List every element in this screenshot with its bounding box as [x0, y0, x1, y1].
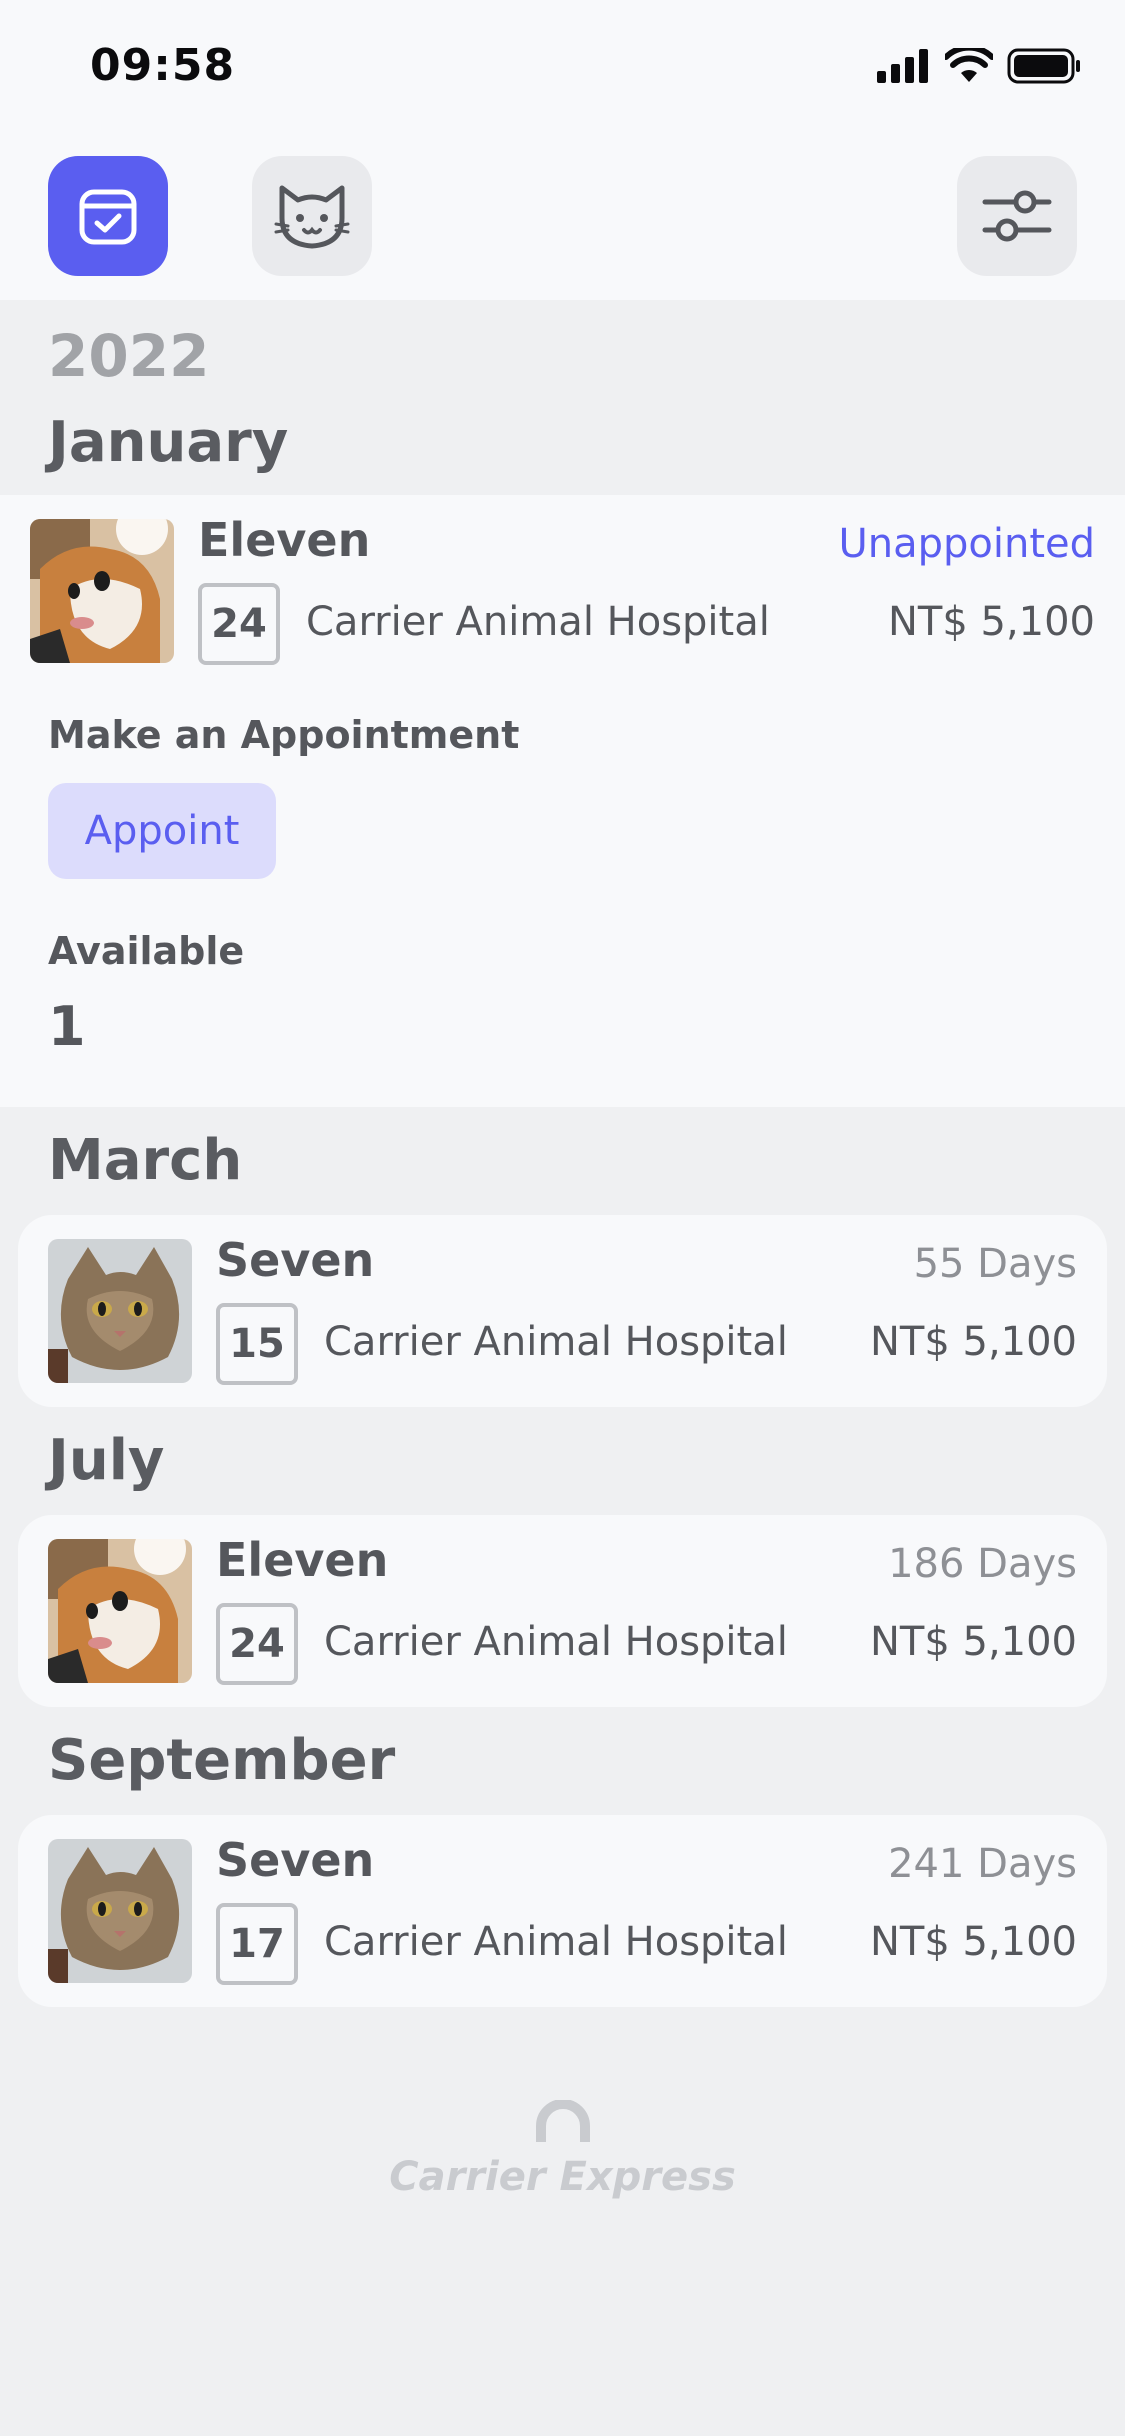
pet-name: Seven: [216, 1833, 375, 1887]
pet-name: Eleven: [216, 1533, 389, 1587]
month-header-july: July: [48, 1428, 165, 1493]
list-item[interactable]: Seven 17 Carrier Animal Hospital 241 Day…: [18, 1815, 1107, 2007]
footer-brand: Carrier Express: [389, 2154, 736, 2200]
list-item[interactable]: Seven 15 Carrier Animal Hospital 55 Days…: [18, 1215, 1107, 1407]
calendar-tab-button[interactable]: [48, 156, 168, 276]
filter-button[interactable]: [957, 156, 1077, 276]
day-badge: 24: [198, 583, 280, 665]
pet-name: Seven: [216, 1233, 375, 1287]
pet-photo-seven: [48, 1839, 192, 1983]
footer-logo: Carrier Express: [0, 2099, 1125, 2200]
pet-photo-eleven: [30, 519, 174, 663]
signal-icon: [877, 49, 928, 83]
wifi-icon: [945, 48, 993, 82]
appoint-button[interactable]: Appoint: [48, 783, 276, 879]
day-badge: 24: [216, 1603, 298, 1685]
available-label: Available: [48, 929, 245, 973]
sliders-icon: [982, 190, 1052, 242]
year-header: 2022: [48, 322, 210, 390]
days-remaining: 241 Days: [888, 1841, 1077, 1887]
expanded-entry: Eleven 24 Carrier Animal Hospital Unappo…: [0, 495, 1125, 1107]
price: NT$ 5,100: [869, 1319, 1077, 1365]
day-badge: 15: [216, 1303, 298, 1385]
calendar-check-icon: [79, 189, 137, 245]
status-time: 09:58: [90, 40, 236, 91]
battery-icon: [1007, 48, 1080, 84]
available-count: 1: [48, 995, 86, 1058]
list-item[interactable]: Eleven 24 Carrier Animal Hospital Unappo…: [0, 495, 1125, 687]
list-item[interactable]: Eleven 24 Carrier Animal Hospital 186 Da…: [18, 1515, 1107, 1707]
make-appointment-label: Make an Appointment: [48, 713, 520, 757]
days-remaining: 55 Days: [913, 1241, 1077, 1287]
price: NT$ 5,100: [869, 1619, 1077, 1665]
month-header-september: September: [48, 1728, 396, 1793]
pet-photo-eleven: [48, 1539, 192, 1683]
hospital-name: Carrier Animal Hospital: [306, 599, 770, 645]
hospital-name: Carrier Animal Hospital: [324, 1319, 788, 1365]
price: NT$ 5,100: [887, 599, 1095, 645]
status-bar: 09:58: [0, 0, 1125, 140]
status-icons: [877, 48, 1081, 84]
status-badge: Unappointed: [838, 521, 1095, 567]
toolbar: [0, 140, 1125, 300]
cat-icon: [274, 185, 350, 249]
pet-photo-seven: [48, 1239, 192, 1383]
pet-name: Eleven: [198, 513, 371, 567]
hospital-name: Carrier Animal Hospital: [324, 1619, 788, 1665]
month-header-january: January: [48, 410, 289, 475]
price: NT$ 5,100: [869, 1919, 1077, 1965]
carrier-arch-icon: [535, 2099, 590, 2142]
day-badge: 17: [216, 1903, 298, 1985]
hospital-name: Carrier Animal Hospital: [324, 1919, 788, 1965]
days-remaining: 186 Days: [888, 1541, 1077, 1587]
month-header-march: March: [48, 1128, 243, 1193]
pets-tab-button[interactable]: [252, 156, 372, 276]
